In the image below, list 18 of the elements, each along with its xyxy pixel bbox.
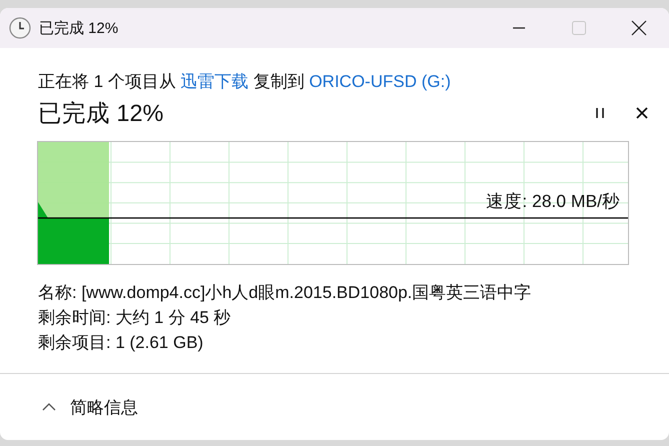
caret-icon	[42, 402, 56, 412]
detail-line: 名称: [www.domp4.cc]小h人d眼m.2015.BD1080p.国粤英三语中字	[38, 282, 532, 303]
pause-icon	[594, 107, 606, 119]
detail-line: 剩余项目: 1 (2.61 GB)	[38, 332, 204, 353]
details-toggle[interactable]: 简略信息	[42, 396, 138, 418]
copy-summary: 正在将 1 个项目从 迅雷下载 复制到 ORICO-UFSD (G:)	[38, 71, 452, 93]
window-title: 已完成 12%	[39, 18, 120, 38]
close-icon	[631, 20, 647, 36]
folder-link[interactable]: 迅雷下载	[180, 72, 249, 91]
clock-icon	[9, 17, 31, 39]
close-icon	[636, 107, 648, 119]
progress-heading: 已完成 12%	[38, 99, 165, 128]
maximize-icon	[571, 20, 587, 36]
folder-link[interactable]: ORICO-UFSD (G:)	[309, 72, 451, 91]
speed-label: 速度: 28.0 MB/秒	[486, 190, 620, 213]
speed-graph	[38, 202, 109, 264]
detail-line: 剩余时间: 大约 1 分 45 秒	[38, 307, 232, 328]
minimize-icon	[512, 27, 526, 29]
